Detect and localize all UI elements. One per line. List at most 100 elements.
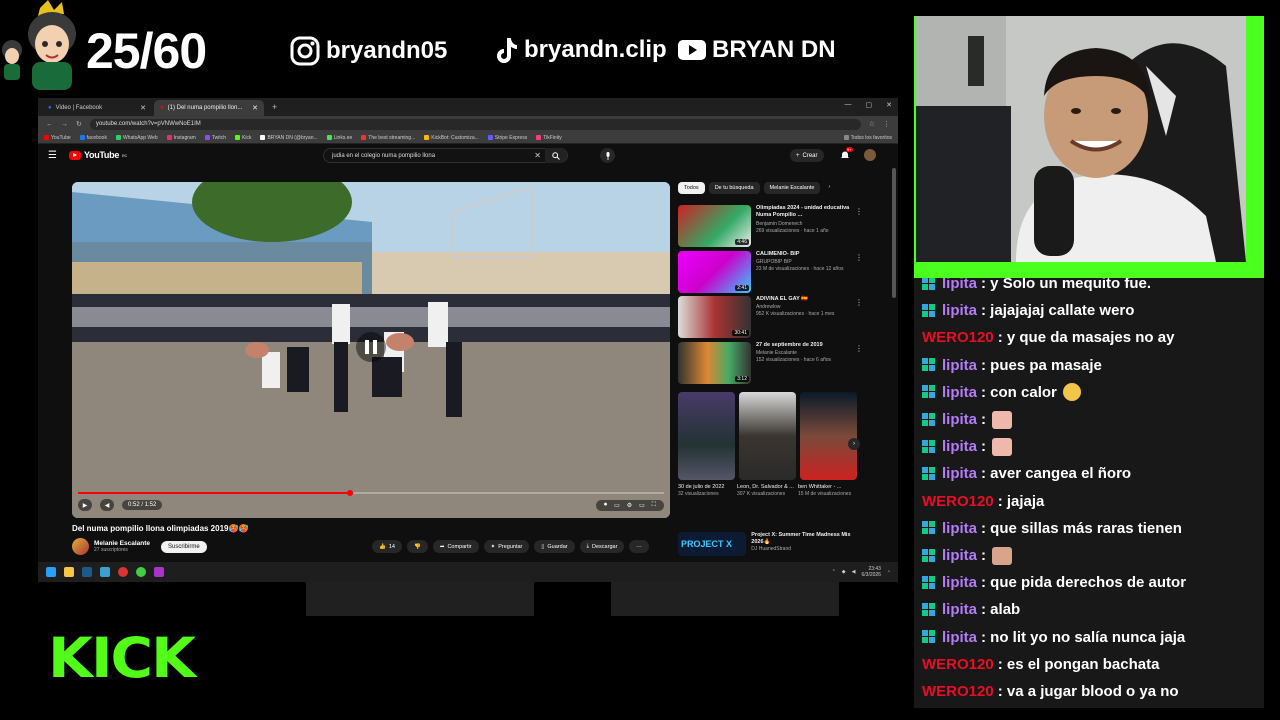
clock[interactable]: 23:43 6/3/2026 — [862, 566, 881, 578]
bookmark-item[interactable]: YouTube — [44, 135, 71, 141]
chevron-up-icon[interactable]: ⌃ — [832, 569, 836, 575]
bookmark-item[interactable]: Links.ee — [326, 135, 352, 141]
recommendation-item[interactable]: 2:41 CALIMENIO- BIP GRUPOBIP BIP 23 M de v… — [678, 251, 863, 293]
channel-avatar[interactable] — [72, 538, 89, 555]
chrome-icon[interactable] — [136, 567, 146, 577]
ask-button[interactable]: ✦ Preguntar — [483, 540, 530, 553]
bookmark-item[interactable]: KickBot: Customiza... — [424, 135, 479, 141]
dislike-button[interactable]: 👎 — [406, 540, 428, 553]
recommendation-item[interactable]: 3:12 27 de septiembre de 2019 Melanie Esc… — [678, 342, 863, 384]
new-tab-button[interactable]: + — [266, 102, 283, 112]
search-button[interactable] — [545, 148, 567, 163]
save-button[interactable]: ▯ Guardar — [534, 540, 575, 553]
chat-username[interactable]: lipita — [942, 520, 977, 537]
progress-bar[interactable] — [78, 490, 664, 496]
chat-username[interactable]: WERO120 — [922, 493, 994, 510]
page-scrollbar[interactable] — [892, 168, 896, 298]
notification-icon[interactable]: ◔ — [887, 569, 890, 575]
chat-username[interactable]: lipita — [942, 302, 977, 319]
chip-todos[interactable]: Todos — [678, 182, 705, 194]
menu-icon[interactable]: ☰ — [48, 150, 57, 161]
video-player[interactable]: ▶ ◀ 0:52 / 1:52 ⏺ ▭ ⚙ ▭ ⛶ — [72, 182, 670, 518]
share-button[interactable]: ➦ Compartir — [432, 540, 479, 553]
recommendation-item[interactable]: PROJECT X Project X: Summer Time Madness… — [678, 532, 863, 556]
close-icon[interactable]: ✕ — [886, 101, 892, 109]
clear-search-icon[interactable]: ✕ — [534, 151, 541, 160]
search-input[interactable]: judia en el colegio numa pompilio llona … — [323, 148, 568, 163]
all-bookmarks[interactable]: Todos los favoritos — [843, 135, 892, 141]
more-actions-icon[interactable]: ⋯ — [629, 540, 649, 553]
app-icon[interactable] — [154, 567, 164, 577]
maximize-icon[interactable]: ▢ — [866, 101, 873, 109]
create-button[interactable]: + Crear — [790, 149, 824, 162]
youtube-logo[interactable]: YouTube EC — [68, 150, 127, 160]
short-thumbnail[interactable] — [800, 392, 857, 480]
autoplay-toggle[interactable]: ⏺ — [604, 502, 607, 509]
more-options-icon[interactable]: ⋮ — [855, 253, 863, 262]
chat-username[interactable]: lipita — [942, 601, 977, 618]
obs-icon[interactable] — [118, 567, 128, 577]
channel-name[interactable]: Melanie Escalante — [94, 540, 150, 547]
chat-username[interactable]: WERO120 — [922, 683, 994, 700]
voice-search-button[interactable] — [600, 148, 615, 163]
chat-username[interactable]: lipita — [942, 629, 977, 646]
shorts-next-icon[interactable]: › — [848, 438, 860, 450]
network-icon[interactable]: ◆ — [842, 569, 846, 575]
bookmark-item[interactable]: WhatsApp Web — [115, 135, 158, 141]
recommendation-item[interactable]: 4:46 Olimpiadas 2024 - unidad educativa … — [678, 205, 863, 247]
tab-facebook[interactable]: ● Video | Facebook ✕ — [42, 100, 152, 116]
volume-icon[interactable]: ◀ — [100, 499, 114, 511]
bookmark-star-icon[interactable]: ☆ — [869, 120, 875, 128]
chevron-right-icon[interactable]: › — [824, 182, 834, 194]
like-button[interactable]: 👍 14 — [372, 540, 402, 553]
close-tab-icon[interactable]: ✕ — [140, 104, 146, 112]
tab-youtube[interactable]: ● (1) Del numa pompilio llon... ✕ — [154, 100, 264, 116]
reload-icon[interactable]: ↻ — [76, 120, 82, 128]
chat-username[interactable]: lipita — [942, 278, 977, 292]
bookmark-item[interactable]: Twitch — [204, 135, 226, 141]
windows-start-icon[interactable] — [46, 567, 56, 577]
chat-username[interactable]: lipita — [942, 465, 977, 482]
bookmark-item[interactable]: The best streaming... — [361, 135, 415, 141]
subscribe-button[interactable]: Suscribirme — [161, 540, 207, 553]
chat-username[interactable]: lipita — [942, 357, 977, 374]
bookmark-item[interactable]: Stripe Express — [487, 135, 527, 141]
app-icon[interactable] — [100, 567, 110, 577]
file-explorer-icon[interactable] — [64, 567, 74, 577]
minimize-icon[interactable]: — — [845, 101, 852, 109]
more-options-icon[interactable]: ⋮ — [855, 344, 863, 353]
close-tab-icon[interactable]: ✕ — [252, 104, 258, 112]
bookmark-item[interactable]: TikFinity — [536, 135, 562, 141]
subtitles-icon[interactable]: ▭ — [614, 502, 620, 509]
steam-icon[interactable] — [82, 567, 92, 577]
bookmark-item[interactable]: BRYAN DN (@bryan... — [260, 135, 318, 141]
chat-username[interactable]: lipita — [942, 411, 977, 428]
chip-channel[interactable]: Melanie Escalante — [763, 182, 821, 194]
bookmark-item[interactable]: Instagram — [166, 135, 196, 141]
play-icon[interactable]: ▶ — [78, 499, 92, 511]
settings-gear-icon[interactable]: ⚙ — [627, 502, 632, 509]
progress-scrubber[interactable] — [346, 490, 353, 496]
pause-button[interactable] — [356, 332, 386, 362]
more-options-icon[interactable]: ⋮ — [855, 207, 863, 216]
back-icon[interactable]: ← — [46, 121, 53, 128]
volume-tray-icon[interactable]: ◀ — [852, 569, 856, 575]
download-button[interactable]: ⤓ Descargar — [579, 540, 625, 553]
bookmark-item[interactable]: Kick — [235, 135, 251, 141]
theater-mode-icon[interactable]: ▭ — [639, 502, 645, 509]
forward-icon[interactable]: → — [61, 121, 68, 128]
fullscreen-icon[interactable]: ⛶ — [652, 502, 656, 509]
chat-username[interactable]: WERO120 — [922, 329, 994, 346]
short-thumbnail[interactable] — [739, 392, 796, 480]
extensions-icon[interactable]: ⋮ — [883, 120, 890, 128]
chat-username[interactable]: lipita — [942, 547, 977, 564]
url-field[interactable]: youtube.com/watch?v=pVNWwNoE1IM — [89, 118, 861, 130]
chat-username[interactable]: lipita — [942, 574, 977, 591]
chip-from-search[interactable]: De tu búsqueda — [708, 182, 760, 194]
notifications-button[interactable]: 9+ — [840, 147, 853, 162]
chat-username[interactable]: WERO120 — [922, 656, 994, 673]
recommendation-item[interactable]: 30:41 ADIVINA EL GAY 🇪🇸 Andrewlow 952 K vi… — [678, 296, 863, 338]
bookmark-item[interactable]: facebook — [79, 135, 107, 141]
more-options-icon[interactable]: ⋮ — [855, 298, 863, 307]
chat-username[interactable]: lipita — [942, 438, 977, 455]
